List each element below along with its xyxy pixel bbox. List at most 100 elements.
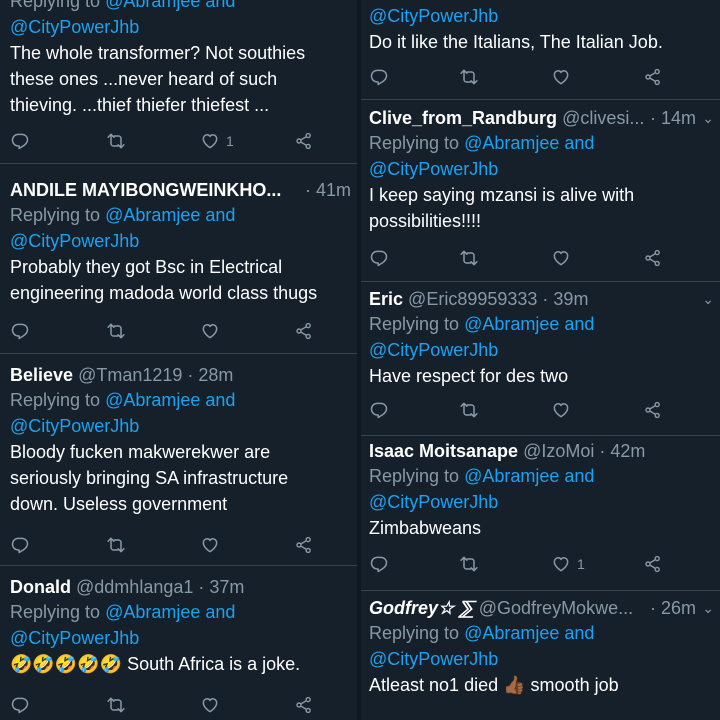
like-icon[interactable] xyxy=(200,694,220,716)
reply-mention-link[interactable]: @CityPowerJhb xyxy=(10,228,351,254)
reply-icon[interactable] xyxy=(10,534,30,556)
reply-mention-link[interactable]: @CityPowerJhb xyxy=(369,156,714,182)
tweet-actions xyxy=(369,66,714,88)
chevron-down-icon[interactable]: ⌄ xyxy=(702,106,714,130)
retweet-icon[interactable] xyxy=(106,694,126,716)
tweet-text: Have respect for des two xyxy=(369,366,569,386)
tweet-card[interactable]: Godfrey☆ ⅀ @GodfreyMokwe... · 26m ⌄ Repl… xyxy=(361,590,720,720)
author-handle[interactable]: @Eric89959333 xyxy=(408,289,537,309)
author-name[interactable]: Isaac Moitsanape xyxy=(369,441,518,461)
author-handle[interactable]: @GodfreyMokwe... xyxy=(479,598,633,618)
reply-icon[interactable] xyxy=(369,553,389,575)
author-handle[interactable]: @ddmhlanga1 xyxy=(76,577,193,597)
retweet-icon[interactable] xyxy=(459,66,479,88)
tweet-header: Eric @Eric89959333 · 39m ⌄ xyxy=(369,287,714,311)
chevron-down-icon[interactable]: ⌄ xyxy=(702,596,714,620)
tweet-header: Believe @Tman1219 · 28m xyxy=(10,363,351,387)
tweet-card[interactable]: @CityPowerJhb Do it like the Italians, T… xyxy=(361,0,720,100)
reply-mention-link[interactable]: @CityPowerJhb xyxy=(369,646,714,672)
reply-mention-link[interactable]: @Abramjee and xyxy=(464,133,594,153)
tweet-card[interactable]: ANDILE MAYIBONGWEINKHO... · 41m Replying… xyxy=(0,164,357,354)
reply-icon[interactable] xyxy=(10,320,30,342)
reply-context: Replying to @Abramjee and xyxy=(369,466,595,486)
reply-mention-link[interactable]: @CityPowerJhb xyxy=(369,489,714,515)
author-handle[interactable]: @Tman1219 xyxy=(78,365,182,385)
share-icon[interactable] xyxy=(643,553,663,575)
tweet-time[interactable]: · 37m xyxy=(198,577,244,597)
share-icon[interactable] xyxy=(643,247,663,269)
share-icon[interactable] xyxy=(643,399,663,421)
emoji-laughing: 🤣🤣🤣🤣🤣 xyxy=(10,654,123,674)
tweet-actions xyxy=(10,694,351,716)
tweet-header: Clive_from_Randburg @clivesi... · 14m ⌄ xyxy=(369,106,714,130)
reply-mention-link[interactable]: @Abramjee and xyxy=(105,205,235,225)
author-name[interactable]: Donald xyxy=(10,577,71,597)
tweet-text: The whole transformer? Not southies thes… xyxy=(10,43,306,115)
chevron-down-icon[interactable]: ⌄ xyxy=(702,287,714,311)
retweet-icon[interactable] xyxy=(106,320,126,342)
share-icon[interactable] xyxy=(294,534,314,556)
tweet-text: Bloody fucken makwerekwer are seriously … xyxy=(10,442,289,514)
tweet-card[interactable]: Clive_from_Randburg @clivesi... · 14m ⌄ … xyxy=(361,99,720,282)
reply-mention-link[interactable]: @Abramjee and xyxy=(105,390,235,410)
like-count: 1 xyxy=(226,133,234,149)
replying-label: Replying to xyxy=(10,0,101,11)
author-name[interactable]: Eric xyxy=(369,289,403,309)
tweet-time[interactable]: · 39m xyxy=(542,289,588,309)
author-handle[interactable]: @clivesi... xyxy=(562,108,644,128)
retweet-icon[interactable] xyxy=(459,553,479,575)
reply-icon[interactable] xyxy=(369,66,389,88)
reply-mention-link[interactable]: @Abramjee and xyxy=(464,314,594,334)
reply-mention-link[interactable]: @Abramjee and xyxy=(464,623,594,643)
tweet-time[interactable]: · 42m xyxy=(599,441,645,461)
reply-mention-link[interactable]: @CityPowerJhb xyxy=(10,413,351,439)
like-icon[interactable] xyxy=(551,399,571,421)
like-icon[interactable] xyxy=(551,66,571,88)
tweet-card[interactable]: Eric @Eric89959333 · 39m ⌄ Replying to @… xyxy=(361,281,720,436)
tweet-actions xyxy=(10,320,351,342)
retweet-icon[interactable] xyxy=(106,130,126,152)
tweet-time[interactable]: · 28m xyxy=(187,365,233,385)
reply-mention-link[interactable]: @CityPowerJhb xyxy=(369,3,714,29)
author-name[interactable]: Godfrey☆ ⅀ xyxy=(369,598,474,618)
like-icon[interactable]: 1 xyxy=(551,553,585,575)
tweet-time[interactable]: · 41m xyxy=(305,178,351,202)
like-icon[interactable] xyxy=(200,320,220,342)
author-name[interactable]: ANDILE MAYIBONGWEINKHO... xyxy=(10,180,281,200)
tweet-time[interactable]: · 26m xyxy=(645,596,696,620)
tweet-text: Do it like the Italians, The Italian Job… xyxy=(369,32,663,52)
reply-mention-link[interactable]: @Abramjee and xyxy=(464,466,594,486)
tweet-card[interactable]: Replying to @Abramjee and @CityPowerJhb … xyxy=(0,0,357,164)
like-icon[interactable] xyxy=(200,534,220,556)
reply-mention-link[interactable]: @CityPowerJhb xyxy=(10,14,351,40)
retweet-icon[interactable] xyxy=(459,247,479,269)
reply-mention-link[interactable]: @Abramjee and xyxy=(105,602,235,622)
tweet-card[interactable]: Isaac Moitsanape @IzoMoi · 42m Replying … xyxy=(361,435,720,591)
tweet-card[interactable]: Donald @ddmhlanga1 · 37m Replying to @Ab… xyxy=(0,565,357,720)
like-icon[interactable] xyxy=(551,247,571,269)
reply-icon[interactable] xyxy=(10,130,30,152)
reply-mention-link[interactable]: @CityPowerJhb xyxy=(10,625,351,651)
reply-mention-link[interactable]: @Abramjee and xyxy=(105,0,235,11)
share-icon[interactable] xyxy=(643,66,663,88)
reply-icon[interactable] xyxy=(369,247,389,269)
reply-mention-link[interactable]: @CityPowerJhb xyxy=(369,337,714,363)
like-icon[interactable]: 1 xyxy=(200,130,234,152)
tweet-time[interactable]: · 14m xyxy=(645,106,696,130)
share-icon[interactable] xyxy=(294,694,314,716)
reply-icon[interactable] xyxy=(10,694,30,716)
tweet-actions xyxy=(10,534,351,556)
share-icon[interactable] xyxy=(294,320,314,342)
tweet-text: Atleast no1 died 👍🏾 smooth job xyxy=(369,675,619,695)
tweet-actions: 1 xyxy=(10,130,351,152)
retweet-icon[interactable] xyxy=(106,534,126,556)
author-name[interactable]: Believe xyxy=(10,365,73,385)
share-icon[interactable] xyxy=(294,130,314,152)
reply-icon[interactable] xyxy=(369,399,389,421)
retweet-icon[interactable] xyxy=(459,399,479,421)
reply-context: Replying to @Abramjee and xyxy=(10,602,236,622)
tweet-card[interactable]: Believe @Tman1219 · 28m Replying to @Abr… xyxy=(0,353,357,566)
author-handle[interactable]: @IzoMoi xyxy=(523,441,594,461)
author-name[interactable]: Clive_from_Randburg xyxy=(369,108,557,128)
tweet-header: ANDILE MAYIBONGWEINKHO... · 41m xyxy=(10,178,351,202)
